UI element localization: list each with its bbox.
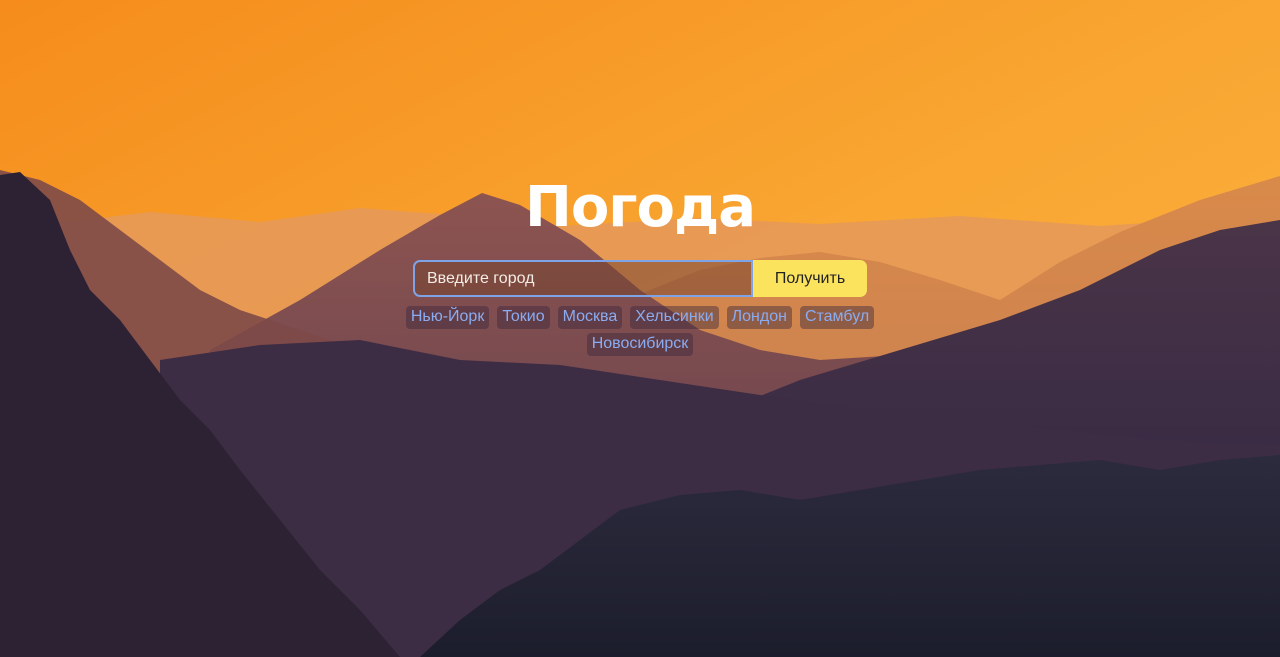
city-chip-istanbul[interactable]: Стамбул bbox=[799, 306, 875, 329]
quick-city-list: Нью-Йорк Токио Москва Хельсинки Лондон С… bbox=[380, 306, 900, 356]
city-input[interactable] bbox=[413, 260, 753, 297]
city-chip-helsinki[interactable]: Хельсинки bbox=[630, 306, 719, 329]
main-content: Погода Получить Нью-Йорк Токио Москва Хе… bbox=[0, 0, 1280, 657]
city-chip-london[interactable]: Лондон bbox=[726, 306, 792, 329]
city-chip-novosibirsk[interactable]: Новосибирск bbox=[586, 333, 694, 356]
weather-page: Погода Получить Нью-Йорк Токио Москва Хе… bbox=[0, 0, 1280, 657]
get-weather-button[interactable]: Получить bbox=[753, 260, 867, 297]
city-search-form: Получить bbox=[413, 260, 867, 297]
city-chip-new-york[interactable]: Нью-Йорк bbox=[405, 306, 490, 329]
city-chip-tokyo[interactable]: Токио bbox=[497, 306, 550, 329]
city-chip-moscow[interactable]: Москва bbox=[557, 306, 623, 329]
page-title: Погода bbox=[524, 175, 756, 240]
